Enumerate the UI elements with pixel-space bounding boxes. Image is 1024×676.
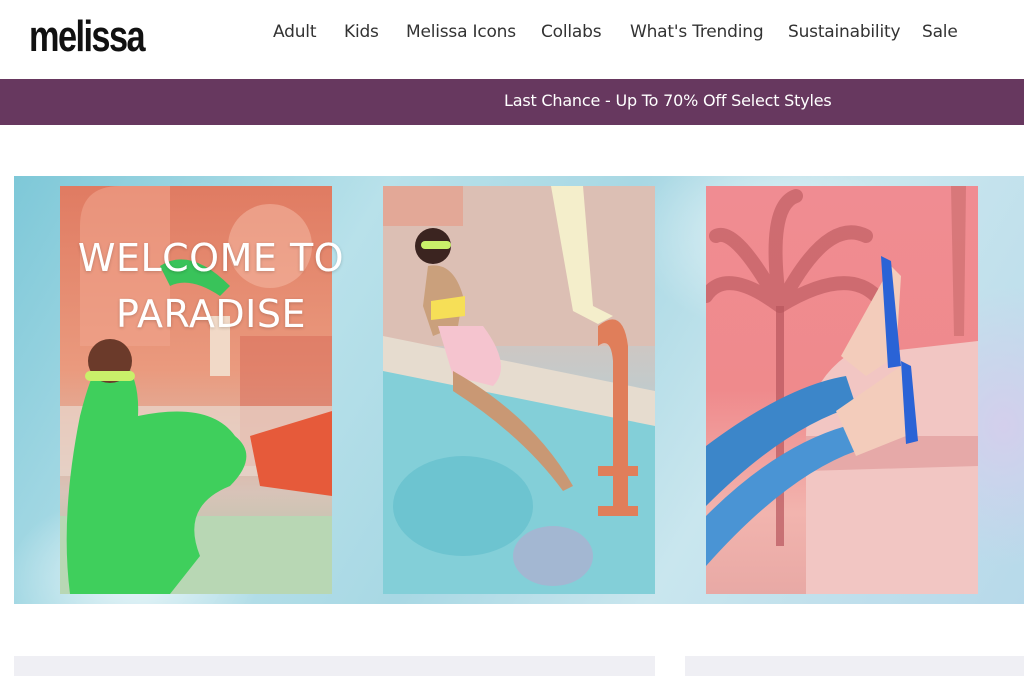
hero-title-line-1: WELCOME TO: [77, 236, 345, 280]
promo-text: Last Chance - Up To 70% Off Select Style…: [504, 91, 832, 110]
nav-item-collabs[interactable]: Collabs: [541, 22, 602, 42]
promo-banner[interactable]: Last Chance - Up To 70% Off Select Style…: [0, 79, 1024, 125]
hero-title: WELCOME TO PARADISE: [56, 230, 366, 342]
site-header: melissa Adult Kids Melissa Icons Collabs…: [0, 0, 1024, 79]
hero-illustration-2: [383, 186, 655, 594]
hero-illustration-3: [706, 186, 978, 594]
content-card-right[interactable]: [685, 656, 1024, 676]
nav-item-adult[interactable]: Adult: [273, 22, 316, 42]
content-card-left[interactable]: [14, 656, 655, 676]
nav-item-kids[interactable]: Kids: [344, 22, 379, 42]
nav-item-melissa-icons[interactable]: Melissa Icons: [406, 22, 516, 42]
nav-item-whats-trending[interactable]: What's Trending: [630, 22, 764, 42]
hero-image-3: [706, 186, 978, 594]
nav-item-sale[interactable]: Sale: [922, 22, 958, 42]
hero-banner[interactable]: WELCOME TO PARADISE: [14, 176, 1024, 604]
hero-image-2: [383, 186, 655, 594]
hero-title-line-2: PARADISE: [116, 292, 306, 336]
main-nav: Adult Kids Melissa Icons Collabs What's …: [0, 22, 1024, 48]
nav-item-sustainability[interactable]: Sustainability: [788, 22, 901, 42]
